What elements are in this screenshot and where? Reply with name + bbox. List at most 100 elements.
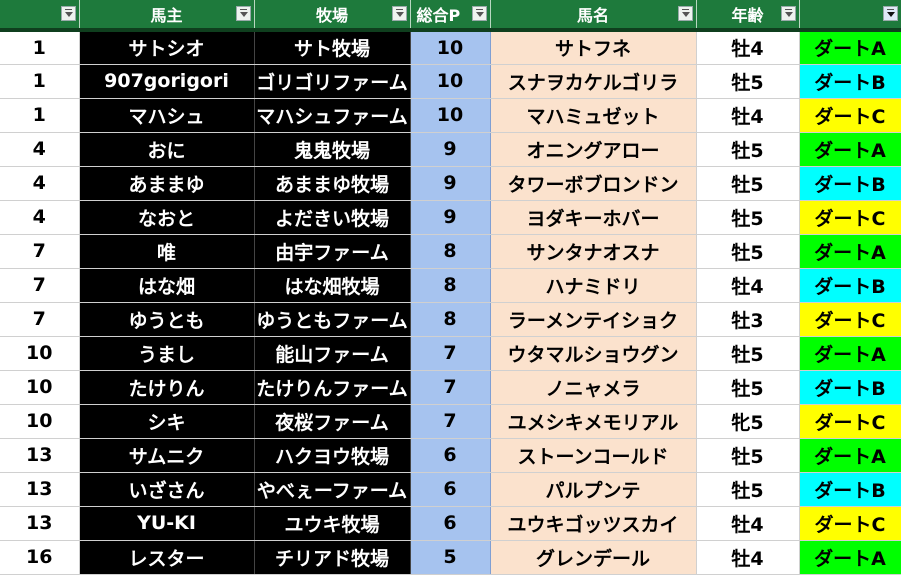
cell-age[interactable]: 牡5: [696, 166, 800, 201]
cell-age[interactable]: 牡4: [696, 98, 800, 133]
cell-farm[interactable]: マハシュファーム: [254, 98, 411, 133]
cell-horse[interactable]: オニングアロー: [490, 132, 697, 167]
cell-age[interactable]: 牡4: [696, 540, 800, 575]
cell-farm[interactable]: ユウキ牧場: [254, 506, 411, 541]
cell-owner[interactable]: レスター: [79, 540, 255, 575]
cell-rank[interactable]: 13: [0, 506, 80, 541]
cell-class[interactable]: ダートB: [798, 267, 901, 303]
filter-dropdown-icon[interactable]: [780, 6, 796, 21]
cell-horse[interactable]: サンタナオスナ: [490, 234, 697, 269]
cell-farm[interactable]: チリアド牧場: [254, 540, 411, 575]
cell-rank[interactable]: 7: [0, 234, 80, 269]
cell-farm[interactable]: ゆうともファーム: [254, 302, 411, 337]
cell-points[interactable]: 9: [410, 132, 491, 167]
cell-age[interactable]: 牡5: [696, 336, 800, 371]
cell-horse[interactable]: ストーンコールド: [490, 438, 697, 473]
cell-owner[interactable]: なおと: [79, 200, 255, 235]
cell-age[interactable]: 牡5: [696, 472, 800, 507]
cell-farm[interactable]: 由宇ファーム: [254, 234, 411, 269]
cell-class[interactable]: ダートB: [798, 63, 901, 99]
cell-farm[interactable]: あままゆ牧場: [254, 166, 411, 201]
cell-points[interactable]: 6: [410, 506, 491, 541]
cell-points[interactable]: 7: [410, 336, 491, 371]
cell-owner[interactable]: たけりん: [79, 370, 255, 405]
cell-owner[interactable]: シキ: [79, 404, 255, 439]
cell-rank[interactable]: 13: [0, 472, 80, 507]
cell-horse[interactable]: マハミュゼット: [490, 98, 697, 133]
cell-points[interactable]: 10: [410, 64, 491, 99]
cell-rank[interactable]: 1: [0, 98, 80, 133]
cell-class[interactable]: ダートC: [798, 301, 901, 337]
cell-age[interactable]: 牝5: [696, 404, 800, 439]
cell-farm[interactable]: よだきい牧場: [254, 200, 411, 235]
cell-points[interactable]: 6: [410, 472, 491, 507]
cell-rank[interactable]: 1: [0, 30, 80, 65]
cell-owner[interactable]: 907gorigori: [79, 64, 255, 99]
cell-horse[interactable]: ノニャメラ: [490, 370, 697, 405]
cell-class[interactable]: ダートC: [798, 199, 901, 235]
cell-points[interactable]: 7: [410, 370, 491, 405]
cell-class[interactable]: ダートA: [798, 539, 901, 575]
cell-age[interactable]: 牡3: [696, 302, 800, 337]
cell-horse[interactable]: ラーメンテイショク: [490, 302, 697, 337]
cell-horse[interactable]: サトフネ: [490, 30, 697, 65]
cell-rank[interactable]: 4: [0, 132, 80, 167]
cell-class[interactable]: ダートB: [798, 471, 901, 507]
cell-class[interactable]: ダートA: [798, 437, 901, 473]
cell-farm[interactable]: 鬼鬼牧場: [254, 132, 411, 167]
filter-dropdown-icon[interactable]: [677, 6, 693, 21]
cell-class[interactable]: ダートB: [798, 165, 901, 201]
cell-points[interactable]: 10: [410, 30, 491, 65]
cell-horse[interactable]: パルプンテ: [490, 472, 697, 507]
cell-owner[interactable]: サムニク: [79, 438, 255, 473]
cell-farm[interactable]: ゴリゴリファーム: [254, 64, 411, 99]
filter-dropdown-icon[interactable]: [391, 6, 407, 21]
cell-age[interactable]: 牡4: [696, 506, 800, 541]
cell-owner[interactable]: マハシュ: [79, 98, 255, 133]
cell-horse[interactable]: ヨダキーホバー: [490, 200, 697, 235]
cell-owner[interactable]: いざさん: [79, 472, 255, 507]
cell-owner[interactable]: あままゆ: [79, 166, 255, 201]
cell-farm[interactable]: サト牧場: [254, 30, 411, 65]
cell-rank[interactable]: 4: [0, 166, 80, 201]
cell-class[interactable]: ダートA: [798, 233, 901, 269]
cell-farm[interactable]: やべぇーファーム: [254, 472, 411, 507]
cell-points[interactable]: 10: [410, 98, 491, 133]
cell-owner[interactable]: うまし: [79, 336, 255, 371]
cell-age[interactable]: 牡5: [696, 438, 800, 473]
cell-horse[interactable]: ユメシキメモリアル: [490, 404, 697, 439]
cell-age[interactable]: 牡5: [696, 200, 800, 235]
cell-farm[interactable]: はな畑牧場: [254, 268, 411, 303]
cell-rank[interactable]: 4: [0, 200, 80, 235]
cell-points[interactable]: 9: [410, 200, 491, 235]
cell-owner[interactable]: サトシオ: [79, 30, 255, 65]
cell-points[interactable]: 6: [410, 438, 491, 473]
cell-age[interactable]: 牡4: [696, 268, 800, 303]
filter-dropdown-icon[interactable]: [471, 6, 487, 21]
cell-owner[interactable]: ゆうとも: [79, 302, 255, 337]
cell-farm[interactable]: 能山ファーム: [254, 336, 411, 371]
cell-class[interactable]: ダートC: [798, 505, 901, 541]
cell-age[interactable]: 牡5: [696, 234, 800, 269]
cell-rank[interactable]: 1: [0, 64, 80, 99]
cell-age[interactable]: 牡5: [696, 132, 800, 167]
cell-farm[interactable]: ハクヨウ牧場: [254, 438, 411, 473]
cell-horse[interactable]: ウタマルショウグン: [490, 336, 697, 371]
cell-horse[interactable]: ユウキゴッツスカイ: [490, 506, 697, 541]
cell-class[interactable]: ダートC: [798, 403, 901, 439]
cell-horse[interactable]: タワーボブロンドン: [490, 166, 697, 201]
cell-points[interactable]: 8: [410, 268, 491, 303]
cell-age[interactable]: 牡5: [696, 64, 800, 99]
cell-rank[interactable]: 16: [0, 540, 80, 575]
cell-farm[interactable]: たけりんファーム: [254, 370, 411, 405]
cell-points[interactable]: 5: [410, 540, 491, 575]
cell-class[interactable]: ダートA: [798, 335, 901, 371]
cell-points[interactable]: 7: [410, 404, 491, 439]
cell-rank[interactable]: 10: [0, 404, 80, 439]
cell-points[interactable]: 8: [410, 234, 491, 269]
cell-rank[interactable]: 13: [0, 438, 80, 473]
cell-points[interactable]: 8: [410, 302, 491, 337]
cell-owner[interactable]: おに: [79, 132, 255, 167]
cell-rank[interactable]: 7: [0, 302, 80, 337]
cell-class[interactable]: ダートC: [798, 97, 901, 133]
